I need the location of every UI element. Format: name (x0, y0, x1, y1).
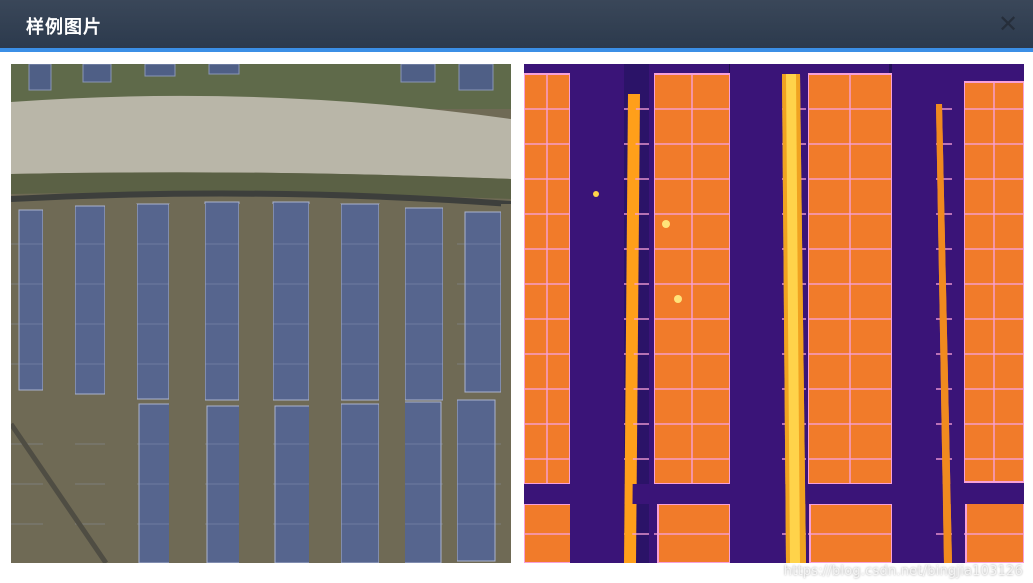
thermal-photo (524, 64, 1024, 563)
dialog-header: 样例图片 ✕ (0, 0, 1033, 52)
dialog-body: https://blog.csdn.net/bingjia103126 (0, 52, 1033, 583)
watermark-text: https://blog.csdn.net/bingjia103126 (783, 564, 1023, 579)
dialog-title: 样例图片 (26, 17, 102, 38)
close-icon[interactable]: ✕ (997, 12, 1019, 36)
visible-light-photo (11, 64, 511, 563)
